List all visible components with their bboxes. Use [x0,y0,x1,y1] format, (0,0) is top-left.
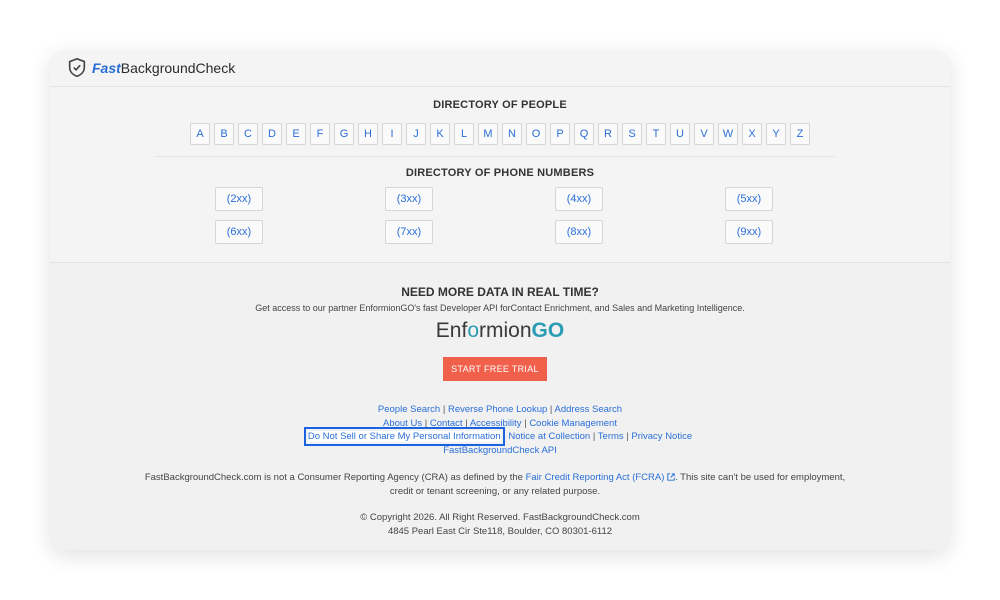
footer-links-row-2: About Us | Contact | Accessibility | Coo… [383,417,617,429]
letter-s-link[interactable]: S [622,123,642,145]
page-card: FastBackgroundCheck DIRECTORY OF PEOPLE … [50,50,950,550]
letter-b-link[interactable]: B [214,123,234,145]
external-link-icon [667,473,675,482]
link-contact[interactable]: Contact [430,418,463,429]
site-logo[interactable]: FastBackgroundCheck [66,57,235,79]
link-address-search[interactable]: Address Search [555,404,623,415]
letter-d-link[interactable]: D [262,123,282,145]
alphabet-index: ABCDEFGHIJKLMNOPQRSTUVWXYZ [50,123,950,145]
section-divider [155,156,835,157]
letter-c-link[interactable]: C [238,123,258,145]
letter-g-link[interactable]: G [334,123,354,145]
letter-q-link[interactable]: Q [574,123,594,145]
phone-prefix-link[interactable]: (3xx) [385,187,433,211]
enformiongo-logo[interactable]: EnformionGO [50,319,950,343]
disclaimer-before: FastBackgroundCheck.com is not a Consume… [144,472,526,483]
fcra-disclaimer: FastBackgroundCheck.com is not a Consume… [140,471,850,499]
link-reverse-phone-lookup[interactable]: Reverse Phone Lookup [448,404,547,415]
letter-t-link[interactable]: T [646,123,666,145]
phone-prefix-grid: (2xx) (3xx) (4xx) (5xx) (6xx) (7xx) (8xx) (9xx) [215,187,775,244]
link-about-us[interactable]: About Us [383,418,422,429]
letter-k-link[interactable]: K [430,123,450,145]
letter-n-link[interactable]: N [502,123,522,145]
letter-f-link[interactable]: F [310,123,330,145]
letter-j-link[interactable]: J [406,123,426,145]
promo-heading: NEED MORE DATA IN REAL TIME? [401,285,599,299]
link-notice-at-collection[interactable]: Notice at Collection [508,431,590,442]
phone-prefix-link[interactable]: (4xx) [555,187,603,211]
link-api[interactable]: FastBackgroundCheck API [443,445,557,456]
link-cookie-management[interactable]: Cookie Management [529,418,617,429]
letter-m-link[interactable]: M [478,123,498,145]
top-bar: FastBackgroundCheck [50,50,950,87]
letter-l-link[interactable]: L [454,123,474,145]
logo-rest: BackgroundCheck [120,60,236,76]
logo-fast: Fast [92,60,121,76]
letter-r-link[interactable]: R [598,123,618,145]
phone-prefix-link[interactable]: (7xx) [385,220,433,244]
letter-e-link[interactable]: E [286,123,306,145]
letter-a-link[interactable]: A [190,123,210,145]
letter-o-link[interactable]: O [526,123,546,145]
phone-prefix-link[interactable]: (5xx) [725,187,773,211]
letter-y-link[interactable]: Y [766,123,786,145]
phone-prefix-link[interactable]: (6xx) [215,220,263,244]
phone-directory-title: DIRECTORY OF PHONE NUMBERS [405,167,595,179]
letter-u-link[interactable]: U [670,123,690,145]
brand-o: o [467,319,480,342]
letter-h-link[interactable]: H [358,123,378,145]
footer-links-row-3: Do Not Sell or Share My Personal Informa… [303,427,693,446]
letter-i-link[interactable]: I [382,123,402,145]
people-directory-title: DIRECTORY OF PEOPLE [433,99,567,111]
address-line: 4845 Pearl East Cir Ste118, Boulder, CO … [387,525,613,537]
link-privacy-notice[interactable]: Privacy Notice [631,431,692,442]
fcra-link[interactable]: Fair Credit Reporting Act (FCRA) [526,472,665,483]
letter-x-link[interactable]: X [742,123,762,145]
copyright-line: © Copyright 2026. All Right Reserved. Fa… [360,512,640,523]
link-accessibility[interactable]: Accessibility [470,418,522,429]
brand-part2: rmion [479,319,532,342]
link-do-not-sell[interactable]: Do Not Sell or Share My Personal Informa… [303,427,505,446]
link-people-search[interactable]: People Search [378,404,440,415]
letter-v-link[interactable]: V [694,123,714,145]
letter-z-link[interactable]: Z [790,123,810,145]
promo-text: Get access to our partner EnformionGO's … [255,303,745,313]
phone-prefix-link[interactable]: (9xx) [725,220,773,244]
link-terms[interactable]: Terms [598,431,624,442]
brand-go: GO [531,319,565,342]
letter-p-link[interactable]: P [550,123,570,145]
copyright-block: © Copyright 2026. All Right Reserved. Fa… [50,511,950,538]
footer-section: NEED MORE DATA IN REAL TIME? Get access … [50,262,950,550]
phone-prefix-link[interactable]: (8xx) [555,220,603,244]
footer-links-row-4: FastBackgroundCheck API [50,444,950,458]
start-free-trial-button[interactable]: START FREE TRIAL [443,357,547,381]
letter-w-link[interactable]: W [718,123,738,145]
brand-part1: Enf [435,319,468,342]
footer-links: People Search | Reverse Phone Lookup | A… [50,403,950,457]
phone-prefix-link[interactable]: (2xx) [215,187,263,211]
shield-check-icon [68,57,86,78]
footer-links-row-1: People Search | Reverse Phone Lookup | A… [377,404,623,415]
